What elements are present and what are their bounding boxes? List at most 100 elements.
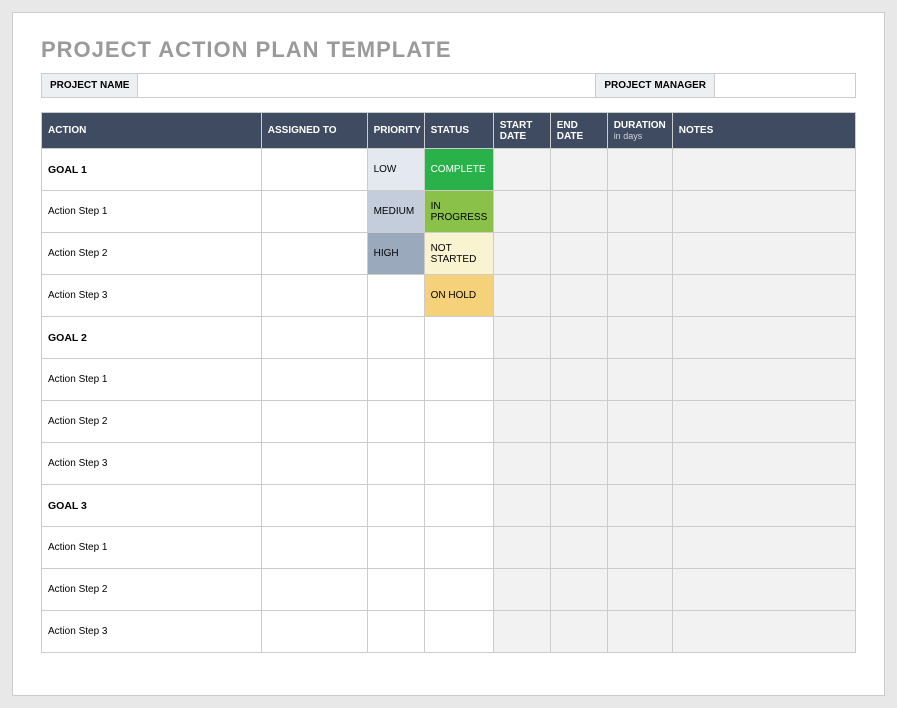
cell-duration[interactable] xyxy=(607,569,672,611)
cell-action[interactable]: Action Step 2 xyxy=(42,233,262,275)
cell-end-date[interactable] xyxy=(550,275,607,317)
col-header-status: STATUS xyxy=(424,113,493,149)
cell-notes[interactable] xyxy=(672,527,855,569)
cell-notes[interactable] xyxy=(672,401,855,443)
cell-status[interactable] xyxy=(424,317,493,359)
cell-priority[interactable] xyxy=(367,485,424,527)
cell-end-date[interactable] xyxy=(550,401,607,443)
cell-status[interactable] xyxy=(424,611,493,653)
cell-notes[interactable] xyxy=(672,275,855,317)
cell-assigned[interactable] xyxy=(261,359,367,401)
cell-notes[interactable] xyxy=(672,359,855,401)
cell-notes[interactable] xyxy=(672,443,855,485)
cell-start-date[interactable] xyxy=(493,275,550,317)
cell-assigned[interactable] xyxy=(261,485,367,527)
cell-status[interactable]: ON HOLD xyxy=(424,275,493,317)
cell-duration[interactable] xyxy=(607,233,672,275)
cell-assigned[interactable] xyxy=(261,149,367,191)
cell-priority[interactable] xyxy=(367,317,424,359)
cell-priority[interactable]: MEDIUM xyxy=(367,191,424,233)
cell-duration[interactable] xyxy=(607,443,672,485)
cell-status[interactable] xyxy=(424,569,493,611)
project-manager-value[interactable] xyxy=(715,74,855,97)
cell-action[interactable]: GOAL 3 xyxy=(42,485,262,527)
cell-action[interactable]: GOAL 2 xyxy=(42,317,262,359)
cell-end-date[interactable] xyxy=(550,443,607,485)
cell-priority[interactable] xyxy=(367,569,424,611)
cell-start-date[interactable] xyxy=(493,401,550,443)
cell-start-date[interactable] xyxy=(493,149,550,191)
cell-end-date[interactable] xyxy=(550,233,607,275)
cell-priority[interactable]: HIGH xyxy=(367,233,424,275)
cell-assigned[interactable] xyxy=(261,233,367,275)
cell-start-date[interactable] xyxy=(493,191,550,233)
cell-status[interactable] xyxy=(424,485,493,527)
cell-action[interactable]: Action Step 1 xyxy=(42,359,262,401)
cell-status[interactable] xyxy=(424,527,493,569)
cell-priority[interactable] xyxy=(367,443,424,485)
cell-duration[interactable] xyxy=(607,527,672,569)
cell-end-date[interactable] xyxy=(550,611,607,653)
cell-start-date[interactable] xyxy=(493,569,550,611)
cell-end-date[interactable] xyxy=(550,569,607,611)
cell-notes[interactable] xyxy=(672,317,855,359)
cell-status[interactable] xyxy=(424,443,493,485)
cell-priority[interactable]: LOW xyxy=(367,149,424,191)
cell-start-date[interactable] xyxy=(493,527,550,569)
cell-status[interactable]: IN PROGRESS xyxy=(424,191,493,233)
cell-priority[interactable] xyxy=(367,527,424,569)
cell-duration[interactable] xyxy=(607,401,672,443)
cell-assigned[interactable] xyxy=(261,317,367,359)
cell-priority[interactable] xyxy=(367,275,424,317)
cell-assigned[interactable] xyxy=(261,569,367,611)
cell-action[interactable]: Action Step 1 xyxy=(42,191,262,233)
cell-duration[interactable] xyxy=(607,191,672,233)
cell-assigned[interactable] xyxy=(261,611,367,653)
cell-end-date[interactable] xyxy=(550,485,607,527)
cell-action[interactable]: Action Step 2 xyxy=(42,401,262,443)
cell-action[interactable]: GOAL 1 xyxy=(42,149,262,191)
cell-assigned[interactable] xyxy=(261,401,367,443)
cell-start-date[interactable] xyxy=(493,359,550,401)
cell-assigned[interactable] xyxy=(261,275,367,317)
cell-duration[interactable] xyxy=(607,149,672,191)
cell-duration[interactable] xyxy=(607,485,672,527)
cell-end-date[interactable] xyxy=(550,317,607,359)
cell-start-date[interactable] xyxy=(493,611,550,653)
cell-action[interactable]: Action Step 3 xyxy=(42,275,262,317)
cell-action[interactable]: Action Step 1 xyxy=(42,527,262,569)
cell-priority[interactable] xyxy=(367,359,424,401)
cell-assigned[interactable] xyxy=(261,527,367,569)
cell-notes[interactable] xyxy=(672,569,855,611)
cell-notes[interactable] xyxy=(672,485,855,527)
cell-notes[interactable] xyxy=(672,149,855,191)
cell-duration[interactable] xyxy=(607,275,672,317)
table-body: GOAL 1 LOWCOMPLETE Action Step 1 MEDIUMIN P… xyxy=(42,149,856,653)
cell-action[interactable]: Action Step 3 xyxy=(42,443,262,485)
cell-end-date[interactable] xyxy=(550,191,607,233)
cell-assigned[interactable] xyxy=(261,191,367,233)
cell-status[interactable] xyxy=(424,401,493,443)
cell-start-date[interactable] xyxy=(493,233,550,275)
cell-status[interactable]: COMPLETE xyxy=(424,149,493,191)
cell-start-date[interactable] xyxy=(493,485,550,527)
cell-duration[interactable] xyxy=(607,611,672,653)
cell-notes[interactable] xyxy=(672,191,855,233)
project-name-value[interactable] xyxy=(138,74,595,97)
cell-status[interactable]: NOT STARTED xyxy=(424,233,493,275)
cell-notes[interactable] xyxy=(672,611,855,653)
cell-action[interactable]: Action Step 2 xyxy=(42,569,262,611)
cell-assigned[interactable] xyxy=(261,443,367,485)
cell-end-date[interactable] xyxy=(550,359,607,401)
cell-duration[interactable] xyxy=(607,317,672,359)
cell-priority[interactable] xyxy=(367,611,424,653)
cell-end-date[interactable] xyxy=(550,149,607,191)
cell-end-date[interactable] xyxy=(550,527,607,569)
cell-priority[interactable] xyxy=(367,401,424,443)
cell-status[interactable] xyxy=(424,359,493,401)
cell-duration[interactable] xyxy=(607,359,672,401)
cell-notes[interactable] xyxy=(672,233,855,275)
cell-action[interactable]: Action Step 3 xyxy=(42,611,262,653)
cell-start-date[interactable] xyxy=(493,443,550,485)
cell-start-date[interactable] xyxy=(493,317,550,359)
